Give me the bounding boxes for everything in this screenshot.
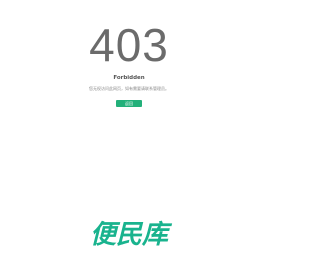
error-code: 403	[89, 19, 169, 71]
brand-logo: 便民库	[89, 220, 168, 250]
back-button[interactable]: 返回	[116, 100, 142, 107]
status-title: Forbidden	[113, 75, 145, 81]
error-page: 403 Forbidden 您无权访问此网页，如有需要请联系管理员。 返回 便民…	[0, 0, 258, 258]
status-description: 您无权访问此网页，如有需要请联系管理员。	[89, 86, 169, 91]
